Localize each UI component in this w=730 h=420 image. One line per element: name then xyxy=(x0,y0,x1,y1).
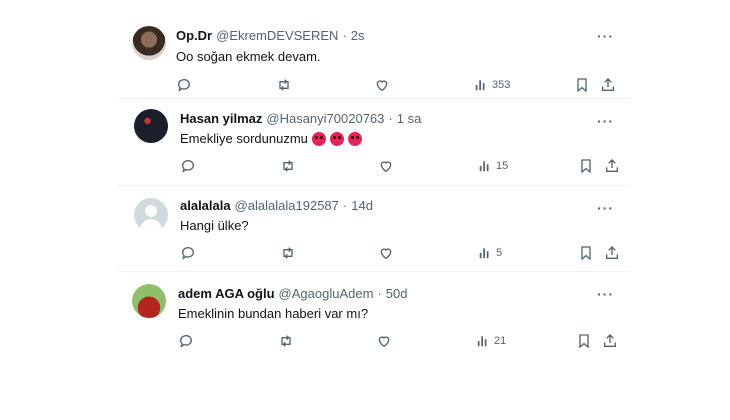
retweet-icon xyxy=(283,247,293,259)
share-button[interactable] xyxy=(604,157,620,175)
author-handle[interactable]: @Hasanyi70020763 xyxy=(266,111,384,126)
reply-icon xyxy=(181,247,194,260)
action-bar: 353 xyxy=(176,76,614,94)
avatar[interactable] xyxy=(132,26,166,60)
bookmark-icon xyxy=(581,159,591,174)
analytics-icon xyxy=(479,161,489,172)
views-button[interactable]: 353 xyxy=(474,76,510,94)
separator-dot: · xyxy=(342,198,348,213)
avatar-head-shape xyxy=(145,205,157,217)
analytics-icon xyxy=(475,80,485,91)
author-name[interactable]: Op.Dr xyxy=(176,28,212,43)
action-bar: 15 xyxy=(180,157,618,175)
retweet-icon xyxy=(281,335,291,347)
reply-button[interactable] xyxy=(180,244,196,262)
avatar-body-shape xyxy=(140,219,162,232)
author-name[interactable]: adem AGA oğlu xyxy=(178,286,275,301)
more-options-button[interactable]: ··· xyxy=(597,113,614,129)
author-handle[interactable]: @alalalala192587 xyxy=(235,198,339,213)
share-icon xyxy=(604,334,616,347)
heart-icon xyxy=(380,248,392,260)
bookmark-button[interactable] xyxy=(574,76,590,94)
author-name[interactable]: alalalala xyxy=(180,198,231,213)
bookmark-icon xyxy=(581,246,591,261)
like-button[interactable] xyxy=(378,244,394,262)
tweet-text: Hangi ülke? xyxy=(180,218,249,233)
share-icon xyxy=(602,78,614,91)
reply-button[interactable] xyxy=(178,332,194,350)
tweet-header: adem AGA oğlu @AgaogluAdem · 50d xyxy=(178,286,407,301)
tweet-header: Op.Dr @EkremDEVSEREN · 2s xyxy=(176,28,364,43)
timestamp[interactable]: 50d xyxy=(386,286,408,301)
like-button[interactable] xyxy=(378,157,394,175)
views-button[interactable]: 21 xyxy=(476,332,506,350)
author-handle[interactable]: @AgaogluAdem xyxy=(279,286,374,301)
tweet[interactable]: alalalala @alalalala192587 · 14d ··· Han… xyxy=(118,186,630,272)
heart-icon xyxy=(378,336,390,348)
tweet-text: Emekliye sordunuzmu xyxy=(180,131,362,146)
tweet-text-content: Emekliye sordunuzmu xyxy=(180,131,308,146)
views-count: 5 xyxy=(496,247,503,259)
separator-dot: · xyxy=(342,28,347,43)
tweet-header: alalalala @alalalala192587 · 14d xyxy=(180,198,373,213)
action-bar: 5 xyxy=(180,244,618,262)
angry-face-icon xyxy=(347,131,362,146)
reply-icon xyxy=(179,335,192,348)
bookmark-icon xyxy=(579,334,589,349)
author-name[interactable]: Hasan yilmaz xyxy=(180,111,262,126)
bookmark-button[interactable] xyxy=(578,244,594,262)
retweet-button[interactable] xyxy=(278,332,294,350)
tweet-text: Emeklinin bundan haberi var mı? xyxy=(178,306,369,321)
angry-face-icon xyxy=(311,131,326,146)
analytics-icon xyxy=(477,336,487,347)
heart-icon xyxy=(376,80,388,92)
views-button[interactable]: 5 xyxy=(478,244,502,262)
views-button[interactable]: 15 xyxy=(478,157,508,175)
timestamp[interactable]: 14d xyxy=(351,198,373,213)
views-count: 21 xyxy=(494,335,507,347)
separator-dot: · xyxy=(377,286,382,301)
angry-face-icon xyxy=(329,131,344,146)
timestamp[interactable]: 1 sa xyxy=(397,111,422,126)
share-icon xyxy=(606,246,618,259)
reply-button[interactable] xyxy=(176,76,192,94)
retweet-icon xyxy=(283,160,293,172)
share-button[interactable] xyxy=(600,76,616,94)
like-button[interactable] xyxy=(376,332,392,350)
share-button[interactable] xyxy=(602,332,618,350)
default-avatar-icon[interactable] xyxy=(134,198,168,232)
retweet-icon xyxy=(279,79,289,91)
retweet-button[interactable] xyxy=(280,244,296,262)
more-options-button[interactable]: ··· xyxy=(597,286,614,302)
bookmark-icon xyxy=(577,78,587,93)
share-button[interactable] xyxy=(604,244,620,262)
bookmark-button[interactable] xyxy=(578,157,594,175)
analytics-icon xyxy=(479,248,489,259)
avatar[interactable] xyxy=(132,284,166,318)
views-count: 353 xyxy=(492,79,511,91)
share-icon xyxy=(606,159,618,172)
avatar[interactable] xyxy=(134,109,168,143)
action-bar: 21 xyxy=(178,332,616,350)
tweet[interactable]: Op.Dr @EkremDEVSEREN · 2s ··· Oo soğan e… xyxy=(118,14,630,98)
heart-icon xyxy=(380,161,392,173)
tweet-text: Oo soğan ekmek devam. xyxy=(176,49,321,64)
timestamp[interactable]: 2s xyxy=(351,28,365,43)
more-options-button[interactable]: ··· xyxy=(597,28,614,44)
tweet[interactable]: Hasan yilmaz @Hasanyi70020763 · 1 sa ···… xyxy=(118,98,630,186)
views-count: 15 xyxy=(496,160,509,172)
reply-button[interactable] xyxy=(180,157,196,175)
tweet[interactable]: adem AGA oğlu @AgaogluAdem · 50d ··· Eme… xyxy=(118,272,630,360)
like-button[interactable] xyxy=(374,76,390,94)
more-options-button[interactable]: ··· xyxy=(597,200,614,216)
reply-icon xyxy=(181,160,194,173)
retweet-button[interactable] xyxy=(276,76,292,94)
tweet-header: Hasan yilmaz @Hasanyi70020763 · 1 sa xyxy=(180,111,421,126)
reply-icon xyxy=(177,79,190,92)
bookmark-button[interactable] xyxy=(576,332,592,350)
separator-dot: · xyxy=(388,111,393,126)
retweet-button[interactable] xyxy=(280,157,296,175)
author-handle[interactable]: @EkremDEVSEREN xyxy=(216,28,338,43)
